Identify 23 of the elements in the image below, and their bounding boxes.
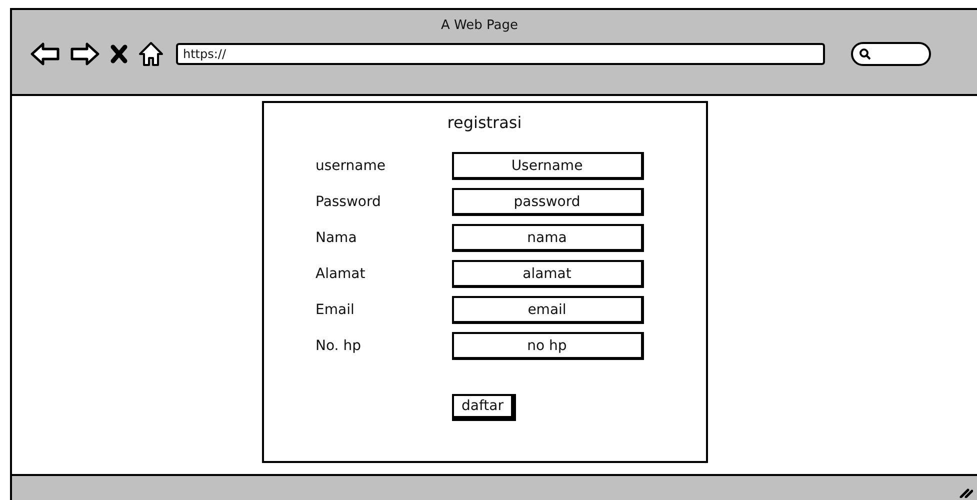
- input-field[interactable]: email: [452, 296, 644, 324]
- address-field[interactable]: https://: [176, 43, 825, 65]
- input-field[interactable]: nama: [452, 224, 644, 252]
- field-label: Password: [316, 194, 382, 210]
- field-label: Nama: [316, 230, 358, 246]
- back-icon[interactable]: [30, 42, 60, 66]
- field-label: Email: [316, 302, 356, 318]
- input-field[interactable]: Username: [452, 152, 644, 180]
- submit-button[interactable]: daftar: [452, 394, 516, 421]
- input-field[interactable]: alamat: [452, 260, 644, 288]
- search-field[interactable]: [851, 42, 931, 66]
- forward-icon[interactable]: [70, 42, 100, 66]
- field-label: Alamat: [316, 266, 366, 282]
- home-icon[interactable]: [138, 41, 164, 67]
- window-title: A Web Page: [441, 18, 518, 33]
- form-title: registrasi: [447, 113, 522, 132]
- field-label: username: [316, 158, 386, 174]
- input-field[interactable]: no hp: [452, 332, 644, 360]
- close-icon[interactable]: [110, 44, 128, 64]
- input-field[interactable]: password: [452, 188, 644, 216]
- field-label: No. hp: [316, 338, 362, 354]
- resize-grip-icon[interactable]: [959, 486, 973, 498]
- search-icon: [859, 48, 871, 60]
